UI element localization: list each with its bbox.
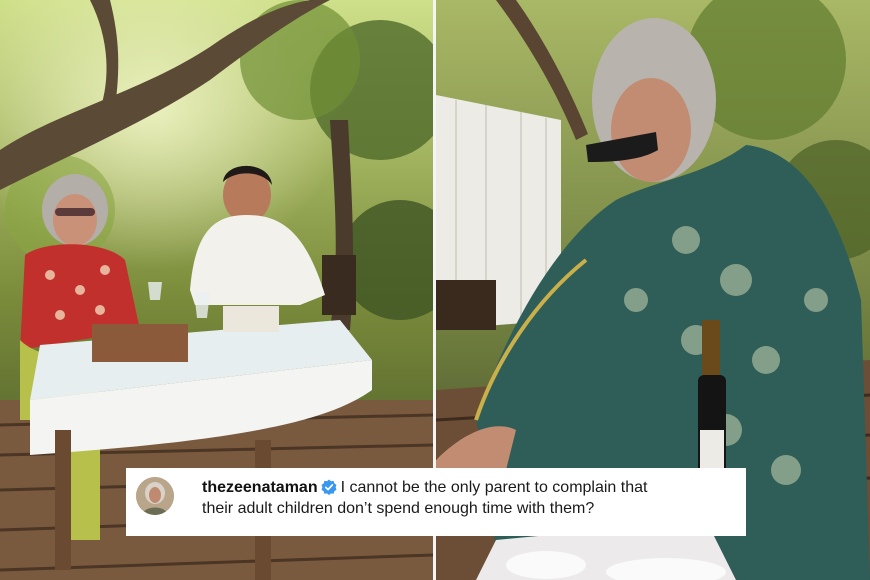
verified-badge-icon — [321, 479, 337, 495]
username[interactable]: thezeenataman — [202, 479, 318, 496]
avatar — [136, 477, 174, 515]
instagram-caption: thezeenataman I cannot be the only parent… — [126, 468, 746, 536]
caption-text-block: thezeenataman I cannot be the only parent… — [202, 477, 647, 519]
caption-line-2: their adult children don’t spend enough … — [202, 500, 595, 517]
caption-line-1: I cannot be the only parent to complain … — [340, 479, 648, 496]
